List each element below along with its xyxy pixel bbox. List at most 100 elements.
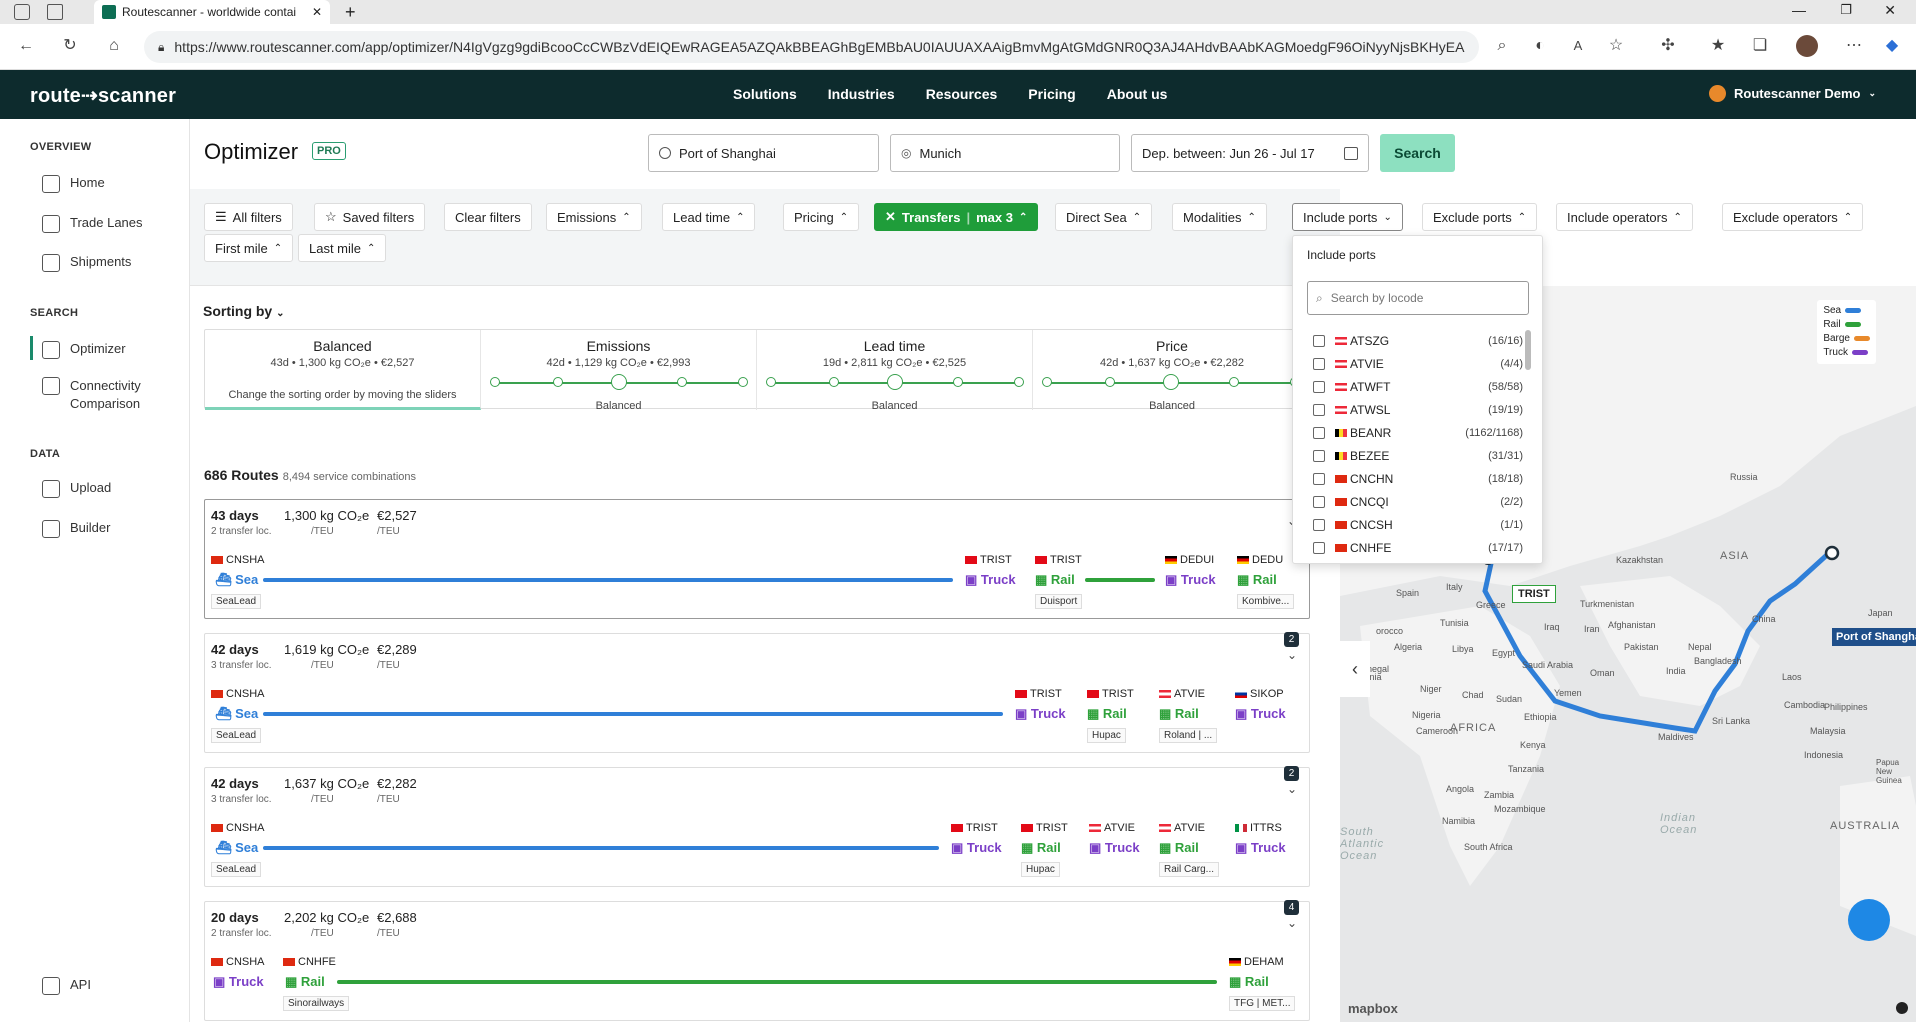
scrollbar[interactable] — [1525, 330, 1531, 370]
extensions-icon[interactable]: ✣ — [1656, 36, 1680, 56]
mapbox-attribution[interactable]: mapbox — [1348, 1001, 1398, 1016]
include-operators-filter[interactable]: Include operators ⌃ — [1556, 203, 1693, 231]
restore-icon[interactable]: ❐ — [1840, 2, 1852, 18]
sort-emissions[interactable]: Emissions 42d • 1,129 kg CO₂e • €2,993 B… — [481, 330, 757, 412]
profile-avatar[interactable] — [1796, 35, 1818, 57]
port-option[interactable]: ATWSL (19/19) — [1313, 400, 1523, 420]
tracking-icon[interactable]: ◐ — [1528, 36, 1552, 56]
destination-input[interactable]: ◎ Munich — [890, 134, 1120, 172]
last-mile-filter[interactable]: Last mile ⌃ — [298, 234, 387, 262]
slider-stop[interactable] — [766, 377, 776, 387]
route-card[interactable]: 43 days 2 transfer loc. 1,300 kg CO₂e /T… — [204, 499, 1310, 619]
date-range-input[interactable]: Dep. between: Jun 26 - Jul 17 — [1131, 134, 1369, 172]
port-option[interactable]: BEZEE (31/31) — [1313, 446, 1523, 466]
port-option[interactable]: CNCHN (18/18) — [1313, 469, 1523, 489]
back-icon[interactable]: ← — [14, 36, 38, 56]
minimize-icon[interactable]: — — [1792, 2, 1806, 18]
locode-search-input[interactable]: ⌕ Search by locode — [1307, 281, 1529, 315]
lead-time-filter[interactable]: Lead time ⌃ — [662, 203, 756, 231]
pricing-filter[interactable]: Pricing ⌃ — [783, 203, 860, 231]
sidebar-item-home[interactable]: Home — [42, 175, 105, 193]
checkbox[interactable] — [1313, 358, 1325, 370]
price-slider[interactable] — [1042, 374, 1300, 390]
info-icon[interactable] — [1896, 1002, 1908, 1014]
close-icon[interactable]: ✕ — [885, 209, 896, 225]
origin-marker[interactable] — [1824, 545, 1840, 561]
checkbox[interactable] — [1313, 450, 1325, 462]
port-option[interactable]: ATWFT (58/58) — [1313, 377, 1523, 397]
direct-sea-filter[interactable]: Direct Sea ⌃ — [1055, 203, 1153, 231]
nav-resources[interactable]: Resources — [926, 86, 998, 102]
checkbox[interactable] — [1313, 404, 1325, 416]
checkbox[interactable] — [1313, 496, 1325, 508]
sidebar-item-builder[interactable]: Builder — [42, 520, 110, 538]
slider-handle[interactable] — [887, 374, 903, 390]
search-button[interactable]: Search — [1380, 134, 1455, 172]
routescanner-logo[interactable]: route⇢scanner — [30, 83, 176, 108]
slider-stop[interactable] — [553, 377, 563, 387]
port-option[interactable]: ATSZG (16/16) — [1313, 331, 1523, 351]
zoom-icon[interactable]: ⌕ — [1490, 36, 1514, 56]
sidebar-item-optimizer[interactable]: Optimizer — [42, 341, 126, 359]
favorite-icon[interactable]: ☆ — [1604, 36, 1628, 56]
sort-price[interactable]: Price 42d • 1,637 kg CO₂e • €2,282 Balan… — [1033, 330, 1311, 412]
port-option[interactable]: ATVIE (4/4) — [1313, 354, 1523, 374]
close-tab-icon[interactable]: ✕ — [312, 5, 322, 19]
nav-about-us[interactable]: About us — [1107, 86, 1168, 102]
sidebar-item-connectivity-comparison[interactable]: Connectivity Comparison — [42, 377, 141, 413]
checkbox[interactable] — [1313, 542, 1325, 554]
sort-balanced[interactable]: Balanced 43d • 1,300 kg CO₂e • €2,527 Ch… — [205, 330, 481, 410]
port-option[interactable]: CNCQI (2/2) — [1313, 492, 1523, 512]
nav-pricing[interactable]: Pricing — [1028, 86, 1075, 102]
slider-stop[interactable] — [1105, 377, 1115, 387]
chevron-down-icon[interactable]: ⌄ — [1287, 916, 1297, 930]
checkbox[interactable] — [1313, 427, 1325, 439]
slider-stop[interactable] — [829, 377, 839, 387]
checkbox[interactable] — [1313, 473, 1325, 485]
chevron-down-icon[interactable]: ⌄ — [1287, 648, 1297, 662]
home-icon[interactable]: ⌂ — [102, 36, 126, 56]
origin-input[interactable]: Port of Shanghai — [648, 134, 879, 172]
first-mile-filter[interactable]: First mile ⌃ — [204, 234, 294, 262]
slider-stop[interactable] — [677, 377, 687, 387]
port-option[interactable]: CNCSH (1/1) — [1313, 515, 1523, 535]
exclude-operators-filter[interactable]: Exclude operators ⌃ — [1722, 203, 1864, 231]
close-window-icon[interactable]: ✕ — [1884, 2, 1896, 19]
emissions-slider[interactable] — [490, 374, 748, 390]
route-card[interactable]: 4 20 days 2 transfer loc. 2,202 kg CO₂e … — [204, 900, 1310, 1021]
shanghai-marker-label[interactable]: Port of Shanghai — [1832, 628, 1916, 646]
refresh-icon[interactable]: ↻ — [58, 36, 82, 56]
copilot-icon[interactable]: ◆ — [1880, 36, 1904, 56]
sidebar-item-api[interactable]: API — [42, 977, 91, 995]
clear-filters-button[interactable]: Clear filters — [444, 203, 532, 231]
nav-solutions[interactable]: Solutions — [733, 86, 797, 102]
trist-marker-label[interactable]: TRIST — [1512, 585, 1556, 603]
slider-stop[interactable] — [1014, 377, 1024, 387]
tab-actions-icon[interactable] — [47, 4, 63, 20]
slider-handle[interactable] — [611, 374, 627, 390]
modalities-filter[interactable]: Modalities ⌃ — [1172, 203, 1267, 231]
route-card[interactable]: 2 42 days 3 transfer loc. 1,637 kg CO₂e … — [204, 766, 1310, 887]
sort-lead-time[interactable]: Lead time 19d • 2,811 kg CO₂e • €2,525 B… — [757, 330, 1033, 412]
saved-filters-button[interactable]: ☆ Saved filters — [314, 203, 426, 231]
transfers-filter[interactable]: ✕ Transfers | max 3 ⌃ — [874, 203, 1039, 231]
nav-industries[interactable]: Industries — [828, 86, 895, 102]
slider-stop[interactable] — [1229, 377, 1239, 387]
read-aloud-icon[interactable]: A — [1566, 36, 1590, 56]
all-filters-button[interactable]: ☰ All filters — [204, 203, 293, 231]
more-icon[interactable]: ⋯ — [1842, 36, 1866, 56]
route-card[interactable]: 2 42 days 3 transfer loc. 1,619 kg CO₂e … — [204, 632, 1310, 753]
user-menu[interactable]: Routescanner Demo ⌄ — [1709, 85, 1876, 102]
sidebar-item-shipments[interactable]: Shipments — [42, 254, 131, 272]
lead-time-slider[interactable] — [766, 374, 1024, 390]
slider-handle[interactable] — [1163, 374, 1179, 390]
workspaces-icon[interactable] — [14, 4, 30, 20]
exclude-ports-filter[interactable]: Exclude ports ⌃ — [1422, 203, 1538, 231]
collections-icon[interactable]: ❏ — [1748, 36, 1772, 56]
emissions-filter[interactable]: Emissions ⌃ — [546, 203, 642, 231]
sidebar-item-upload[interactable]: Upload — [42, 480, 111, 498]
slider-stop[interactable] — [490, 377, 500, 387]
checkbox[interactable] — [1313, 335, 1325, 347]
lock-icon[interactable]: 🔒︎ — [158, 40, 164, 55]
slider-stop[interactable] — [953, 377, 963, 387]
